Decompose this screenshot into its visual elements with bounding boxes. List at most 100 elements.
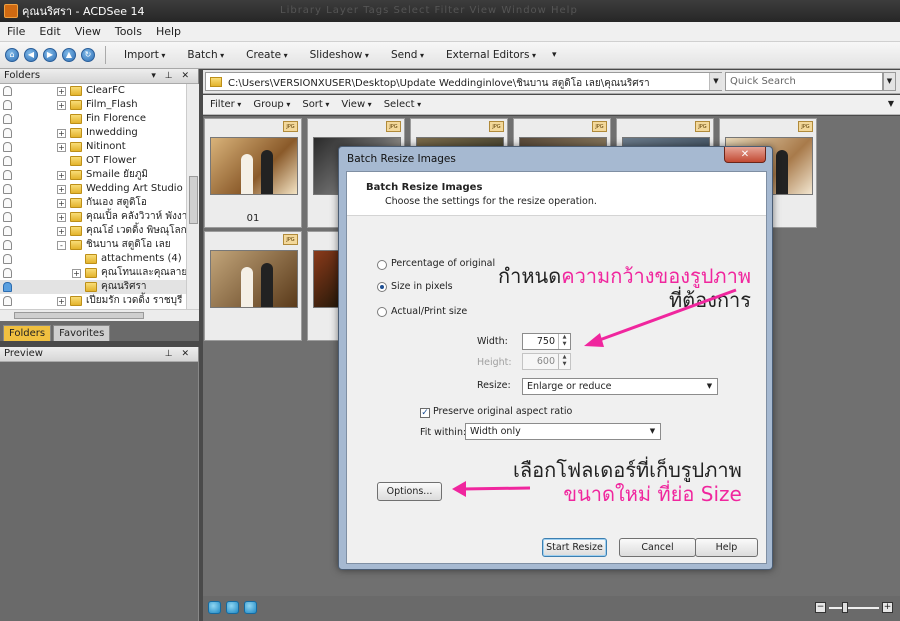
resize-select[interactable]: Enlarge or reduce ▼ — [522, 378, 718, 395]
start-resize-button[interactable]: Start Resize — [542, 538, 607, 557]
rotate-left-icon[interactable] — [226, 601, 239, 614]
tab-folders[interactable]: Folders — [3, 325, 52, 341]
tree-row[interactable]: - ชินบาน สตูดิโอ เลย — [0, 238, 186, 252]
radio-size-in-pixels[interactable] — [377, 282, 387, 292]
folder-tree-vertical-scrollbar[interactable] — [186, 84, 199, 316]
filter-menu[interactable]: Filter — [203, 99, 246, 110]
home-icon[interactable]: ⌂ — [5, 48, 19, 62]
tree-row[interactable]: + Wedding Art Studio — [0, 182, 186, 196]
folder-checkbox-icon[interactable] — [3, 240, 12, 250]
expander-icon[interactable]: + — [57, 297, 66, 306]
path-dropdown-icon[interactable]: ▼ — [709, 73, 722, 90]
search-dropdown-icon[interactable]: ▼ — [883, 72, 896, 91]
menu-file[interactable]: File — [0, 25, 32, 38]
rotate-right-icon[interactable] — [244, 601, 257, 614]
tree-row[interactable]: + คุณโทนและคุณลาย — [0, 266, 186, 280]
path-input[interactable]: C:\Users\VERSIONXUSER\Desktop\Update Wed… — [205, 72, 722, 91]
expander-icon[interactable]: + — [57, 129, 66, 138]
folder-checkbox-icon[interactable] — [3, 86, 12, 96]
expander-icon[interactable]: + — [57, 213, 66, 222]
panel-pin-close-icon[interactable]: ▾ ⊥ ✕ — [151, 69, 192, 83]
folder-checkbox-icon[interactable] — [3, 142, 12, 152]
folder-checkbox-icon[interactable] — [3, 254, 12, 264]
expander-icon[interactable]: + — [57, 143, 66, 152]
menu-help[interactable]: Help — [149, 25, 188, 38]
scrollbar-thumb[interactable] — [189, 176, 198, 224]
menu-view[interactable]: View — [68, 25, 108, 38]
tree-row[interactable]: + Film_Flash — [0, 98, 186, 112]
tree-row[interactable]: + คุณโอ๋ เวดดิ้ง พิษณุโลก — [0, 224, 186, 238]
zoom-track[interactable] — [829, 607, 879, 609]
tree-row[interactable]: + Inwedding — [0, 126, 186, 140]
toolbar-send[interactable]: Send — [381, 49, 436, 61]
up-icon[interactable]: ▲ — [62, 48, 76, 62]
tree-row[interactable]: Fin Florence — [0, 112, 186, 126]
zoom-slider[interactable]: − + — [815, 602, 895, 616]
select-menu[interactable]: Select — [377, 99, 426, 110]
fit-within-select[interactable]: Width only ▼ — [465, 423, 661, 440]
status-monitor-icon[interactable] — [208, 601, 221, 614]
width-input[interactable]: 750 ▲ ▼ — [522, 333, 571, 350]
thumbnail[interactable]: JPG 01 — [204, 118, 302, 228]
folder-checkbox-icon[interactable] — [3, 226, 12, 236]
expander-icon[interactable]: + — [72, 269, 81, 278]
panel-pin-close-icon[interactable]: ⊥ ✕ — [165, 347, 192, 361]
tree-row[interactable]: + เปียมรัก เวดดิ้ง ราชบุรี — [0, 294, 186, 308]
expander-icon[interactable]: - — [57, 241, 66, 250]
menu-edit[interactable]: Edit — [32, 25, 67, 38]
chevron-down-icon[interactable]: ▼ — [704, 380, 715, 393]
expander-icon[interactable]: + — [57, 87, 66, 96]
folder-checkbox-icon[interactable] — [3, 282, 12, 292]
dialog-close-button[interactable]: ✕ — [724, 147, 766, 163]
expander-icon[interactable]: + — [57, 199, 66, 208]
quick-search-input[interactable]: Quick Search — [725, 72, 883, 91]
folder-tree-horizontal-scrollbar[interactable] — [0, 309, 199, 321]
expander-icon[interactable]: + — [57, 185, 66, 194]
view-menu[interactable]: View — [334, 99, 376, 110]
tree-row[interactable]: คุณนริศรา — [0, 280, 186, 294]
zoom-in-icon[interactable]: + — [882, 602, 893, 613]
preserve-aspect-ratio-checkbox[interactable]: ✓ — [420, 408, 430, 418]
radio-actual-print-size[interactable] — [377, 307, 387, 317]
radio-percentage-of-original[interactable] — [377, 260, 387, 270]
zoom-out-icon[interactable]: − — [815, 602, 826, 613]
menu-tools[interactable]: Tools — [108, 25, 149, 38]
toolbar-slideshow[interactable]: Slideshow — [300, 49, 381, 61]
folder-checkbox-icon[interactable] — [3, 212, 12, 222]
expander-icon[interactable]: + — [57, 171, 66, 180]
tree-row[interactable]: + กันเอง สตูดิโอ — [0, 196, 186, 210]
expander-icon[interactable]: + — [57, 101, 66, 110]
tree-row[interactable]: + ClearFC — [0, 84, 186, 98]
folder-checkbox-icon[interactable] — [3, 198, 12, 208]
toolbar-batch[interactable]: Batch — [177, 49, 236, 61]
forward-icon[interactable]: ▶ — [43, 48, 57, 62]
tree-row[interactable]: OT Flower — [0, 154, 186, 168]
toolbar-external-editors[interactable]: External Editors — [436, 49, 548, 61]
folder-checkbox-icon[interactable] — [3, 268, 12, 278]
thumbnail[interactable]: JPG — [204, 231, 302, 341]
toolbar-import[interactable]: Import — [114, 49, 177, 61]
tree-row[interactable]: + คุณเปิ้ล คลังวิวาห์ พังงา — [0, 210, 186, 224]
sync-icon[interactable]: ↻ — [81, 48, 95, 62]
tree-row[interactable]: + Smaile ยัยภูมิ — [0, 168, 186, 182]
tab-favorites[interactable]: Favorites — [53, 325, 111, 341]
folder-checkbox-icon[interactable] — [3, 100, 12, 110]
help-button[interactable]: Help — [695, 538, 758, 557]
folder-checkbox-icon[interactable] — [3, 170, 12, 180]
folder-checkbox-icon[interactable] — [3, 114, 12, 124]
expander-icon[interactable]: + — [57, 227, 66, 236]
scrollbar-thumb[interactable] — [14, 312, 144, 319]
chevron-down-icon[interactable]: ▼ — [647, 425, 658, 438]
toolbar-overflow-icon[interactable]: ▾ — [552, 50, 557, 60]
folder-checkbox-icon[interactable] — [3, 296, 12, 306]
tree-row[interactable]: + Nitinont — [0, 140, 186, 154]
zoom-handle[interactable] — [842, 602, 848, 613]
filter-bar-overflow-icon[interactable]: ▼ — [888, 99, 894, 108]
toolbar-create[interactable]: Create — [236, 49, 299, 61]
folder-checkbox-icon[interactable] — [3, 128, 12, 138]
width-spinner-icon[interactable]: ▲ ▼ — [558, 334, 570, 349]
options-button[interactable]: Options... — [377, 482, 442, 501]
sort-menu[interactable]: Sort — [295, 99, 334, 110]
folder-checkbox-icon[interactable] — [3, 156, 12, 166]
tree-row[interactable]: attachments (4) — [0, 252, 186, 266]
